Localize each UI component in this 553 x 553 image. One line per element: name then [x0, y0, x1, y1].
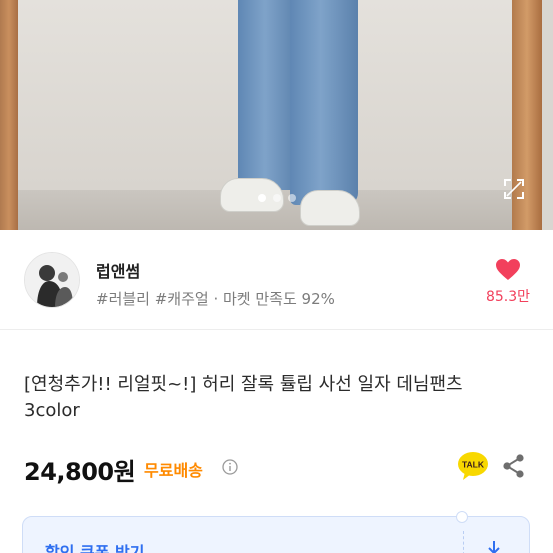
carousel-dot-2[interactable] [273, 194, 281, 202]
info-icon[interactable] [222, 459, 238, 475]
product-price: 24,800원 [24, 458, 136, 486]
heart-icon [496, 259, 520, 280]
mirror-frame-left [0, 0, 18, 230]
denim-leg-right [290, 0, 358, 205]
seller-avatar[interactable] [24, 252, 80, 308]
free-shipping-badge: 무료배송 [144, 461, 203, 480]
share-icon[interactable] [500, 452, 528, 480]
avatar-image [25, 253, 79, 307]
seller-tags: #러블리 #캐주얼 · 마켓 만족도 92% [96, 290, 335, 308]
talk-button[interactable]: TALK [456, 450, 490, 482]
seller-name[interactable]: 럽앤썸 [96, 258, 140, 282]
coupon-button[interactable]: 할인 쿠폰 받기 [22, 516, 530, 553]
like-button[interactable]: 85.3만 [478, 258, 538, 306]
coupon-notch [456, 511, 468, 523]
carousel-dot-3[interactable] [288, 194, 296, 202]
carousel-dot-1[interactable] [258, 194, 266, 202]
expand-icon[interactable] [503, 178, 525, 200]
denim-leg-left [238, 0, 298, 190]
talk-label: TALK [462, 460, 485, 470]
sneaker-right [300, 190, 360, 226]
coupon-label: 할인 쿠폰 받기 [45, 543, 145, 553]
mirror-edge [542, 0, 553, 230]
product-image-carousel[interactable] [0, 0, 553, 230]
seller-row: 럽앤썸 #러블리 #캐주얼 · 마켓 만족도 92% 85.3만 [0, 230, 553, 330]
talk-bubble-icon: TALK [458, 452, 488, 480]
price-row: 24,800원 무료배송 TALK [24, 450, 529, 486]
coupon-divider [463, 531, 464, 553]
like-count: 85.3만 [485, 289, 531, 305]
download-icon [488, 541, 500, 553]
product-title: [연청추가!! 리얼핏~!] 허리 잘록 튤립 사선 일자 데님팬츠 3colo… [24, 374, 463, 421]
carousel-indicator [258, 194, 296, 202]
